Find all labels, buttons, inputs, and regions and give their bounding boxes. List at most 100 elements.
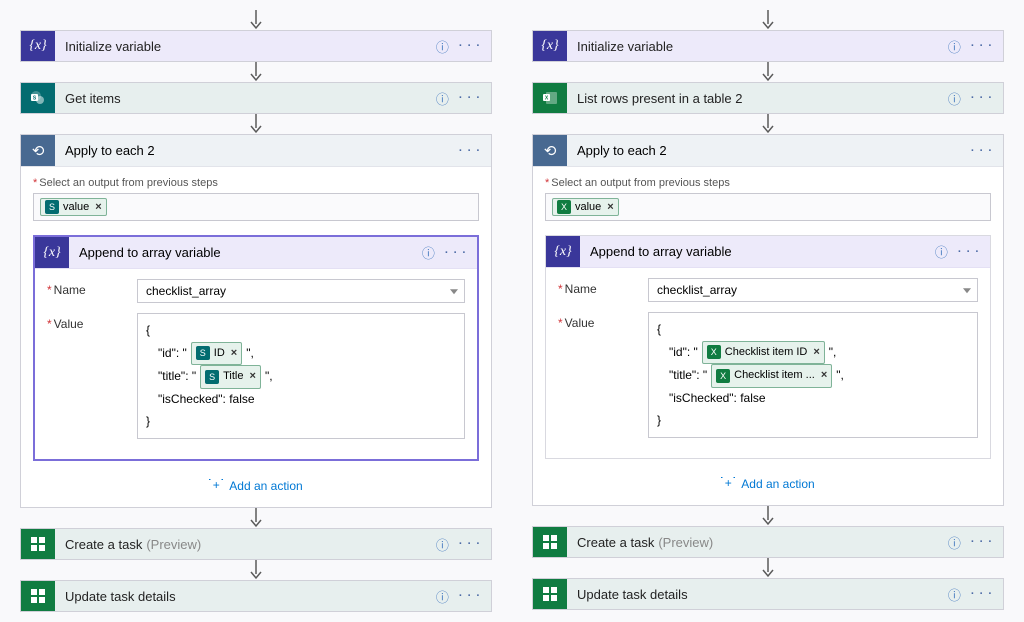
arrow-down-icon: [249, 62, 263, 82]
value-token[interactable]: X value ×: [552, 198, 619, 216]
value-label: *Value: [47, 313, 137, 331]
output-selector[interactable]: X value ×: [545, 193, 991, 221]
id-token[interactable]: SID×: [191, 342, 242, 366]
value-token[interactable]: S value ×: [40, 198, 107, 216]
apply-to-each-header[interactable]: Apply to each 2 · · ·: [21, 135, 491, 167]
input-hint: *Select an output from previous steps: [545, 177, 991, 189]
variable-icon: {x}: [533, 31, 567, 61]
variable-icon: {x}: [21, 31, 55, 61]
more-icon[interactable]: · · ·: [459, 145, 481, 157]
flow-column-left: {x} Initialize variable ⓘ · · · S Get it…: [20, 10, 492, 612]
loop-icon: [21, 135, 55, 166]
id-token[interactable]: XChecklist item ID×: [702, 341, 825, 365]
output-selector[interactable]: S value ×: [33, 193, 479, 221]
apply-to-each-container: Apply to each 2 · · · *Select an output …: [532, 134, 1004, 506]
sharepoint-icon: S: [205, 370, 219, 384]
add-action-button[interactable]: Add an action: [545, 477, 991, 491]
apply-to-each-header[interactable]: Apply to each 2 · · ·: [533, 135, 1003, 167]
create-task-step[interactable]: Create a task(Preview) ⓘ · · ·: [532, 526, 1004, 558]
create-task-step[interactable]: Create a task(Preview) ⓘ · · ·: [20, 528, 492, 560]
loop-icon: [533, 135, 567, 166]
remove-token-icon[interactable]: ×: [95, 201, 101, 213]
more-icon[interactable]: · · ·: [459, 538, 481, 550]
sharepoint-icon: S: [196, 346, 210, 360]
more-icon[interactable]: · · ·: [958, 246, 980, 258]
arrow-down-icon: [249, 560, 263, 580]
arrow-down-icon: [249, 10, 263, 30]
planner-icon: [21, 529, 55, 559]
value-input[interactable]: { "id": " XChecklist item ID× ", "title"…: [648, 312, 978, 438]
more-icon[interactable]: · · ·: [459, 40, 481, 52]
help-icon[interactable]: ⓘ: [436, 535, 449, 554]
excel-icon: X: [716, 369, 730, 383]
help-icon[interactable]: ⓘ: [436, 89, 449, 108]
more-icon[interactable]: · · ·: [971, 40, 993, 52]
arrow-down-icon: [249, 114, 263, 134]
step-title: Create a task(Preview): [55, 529, 426, 559]
add-icon: [721, 477, 735, 491]
step-title: Apply to each 2: [55, 135, 449, 166]
append-header[interactable]: {x} Append to array variable ⓘ · · ·: [35, 237, 477, 269]
arrow-down-icon: [249, 508, 263, 528]
help-icon[interactable]: ⓘ: [948, 37, 961, 56]
variable-icon: {x}: [546, 236, 580, 267]
remove-token-icon[interactable]: ×: [607, 201, 613, 213]
arrow-down-icon: [761, 114, 775, 134]
title-token[interactable]: STitle×: [200, 365, 261, 389]
value-label: *Value: [558, 312, 648, 330]
arrow-down-icon: [761, 10, 775, 30]
excel-icon: X: [557, 200, 571, 214]
variable-icon: {x}: [35, 237, 69, 268]
value-input[interactable]: { "id": " SID× ", "title": " STitle× ",: [137, 313, 465, 439]
help-icon[interactable]: ⓘ: [935, 242, 948, 261]
apply-to-each-container: Apply to each 2 · · · *Select an output …: [20, 134, 492, 508]
initialize-variable-step[interactable]: {x} Initialize variable ⓘ · · ·: [532, 30, 1004, 62]
more-icon[interactable]: · · ·: [459, 590, 481, 602]
help-icon[interactable]: ⓘ: [436, 587, 449, 606]
input-hint: *Select an output from previous steps: [33, 177, 479, 189]
initialize-variable-step[interactable]: {x} Initialize variable ⓘ · · ·: [20, 30, 492, 62]
update-task-step[interactable]: Update task details ⓘ · · ·: [532, 578, 1004, 610]
more-icon[interactable]: · · ·: [971, 145, 993, 157]
more-icon[interactable]: · · ·: [971, 588, 993, 600]
remove-token-icon[interactable]: ×: [250, 367, 256, 387]
sharepoint-icon: S: [21, 83, 55, 113]
help-icon[interactable]: ⓘ: [948, 89, 961, 108]
append-to-array-step: {x} Append to array variable ⓘ · · · *Na…: [545, 235, 991, 459]
update-task-step[interactable]: Update task details ⓘ · · ·: [20, 580, 492, 612]
name-label: *Name: [47, 279, 137, 297]
sharepoint-icon: S: [45, 200, 59, 214]
excel-icon: X: [707, 345, 721, 359]
more-icon[interactable]: · · ·: [971, 92, 993, 104]
get-items-step[interactable]: S Get items ⓘ · · ·: [20, 82, 492, 114]
step-title: List rows present in a table 2: [567, 83, 938, 113]
flow-column-right: {x} Initialize variable ⓘ · · · X List r…: [532, 10, 1004, 612]
step-title: Initialize variable: [55, 31, 426, 61]
help-icon[interactable]: ⓘ: [422, 243, 435, 262]
planner-icon: [533, 527, 567, 557]
add-icon: [209, 479, 223, 493]
name-label: *Name: [558, 278, 648, 296]
help-icon[interactable]: ⓘ: [948, 585, 961, 604]
step-title: Initialize variable: [567, 31, 938, 61]
remove-token-icon[interactable]: ×: [821, 366, 827, 386]
more-icon[interactable]: · · ·: [459, 92, 481, 104]
arrow-down-icon: [761, 62, 775, 82]
append-to-array-step: {x} Append to array variable ⓘ · · · *Na…: [33, 235, 479, 461]
remove-token-icon[interactable]: ×: [813, 343, 819, 363]
name-select[interactable]: checklist_array: [648, 278, 978, 302]
help-icon[interactable]: ⓘ: [948, 533, 961, 552]
step-title: Append to array variable: [580, 236, 925, 267]
name-select[interactable]: checklist_array: [137, 279, 465, 303]
list-rows-step[interactable]: X List rows present in a table 2 ⓘ · · ·: [532, 82, 1004, 114]
remove-token-icon[interactable]: ×: [231, 344, 237, 364]
more-icon[interactable]: · · ·: [971, 536, 993, 548]
step-title: Create a task(Preview): [567, 527, 938, 557]
append-header[interactable]: {x} Append to array variable ⓘ · · ·: [546, 236, 990, 268]
arrow-down-icon: [761, 558, 775, 578]
more-icon[interactable]: · · ·: [445, 247, 467, 259]
step-title: Append to array variable: [69, 237, 412, 268]
title-token[interactable]: XChecklist item ...×: [711, 364, 832, 388]
help-icon[interactable]: ⓘ: [436, 37, 449, 56]
add-action-button[interactable]: Add an action: [33, 479, 479, 493]
